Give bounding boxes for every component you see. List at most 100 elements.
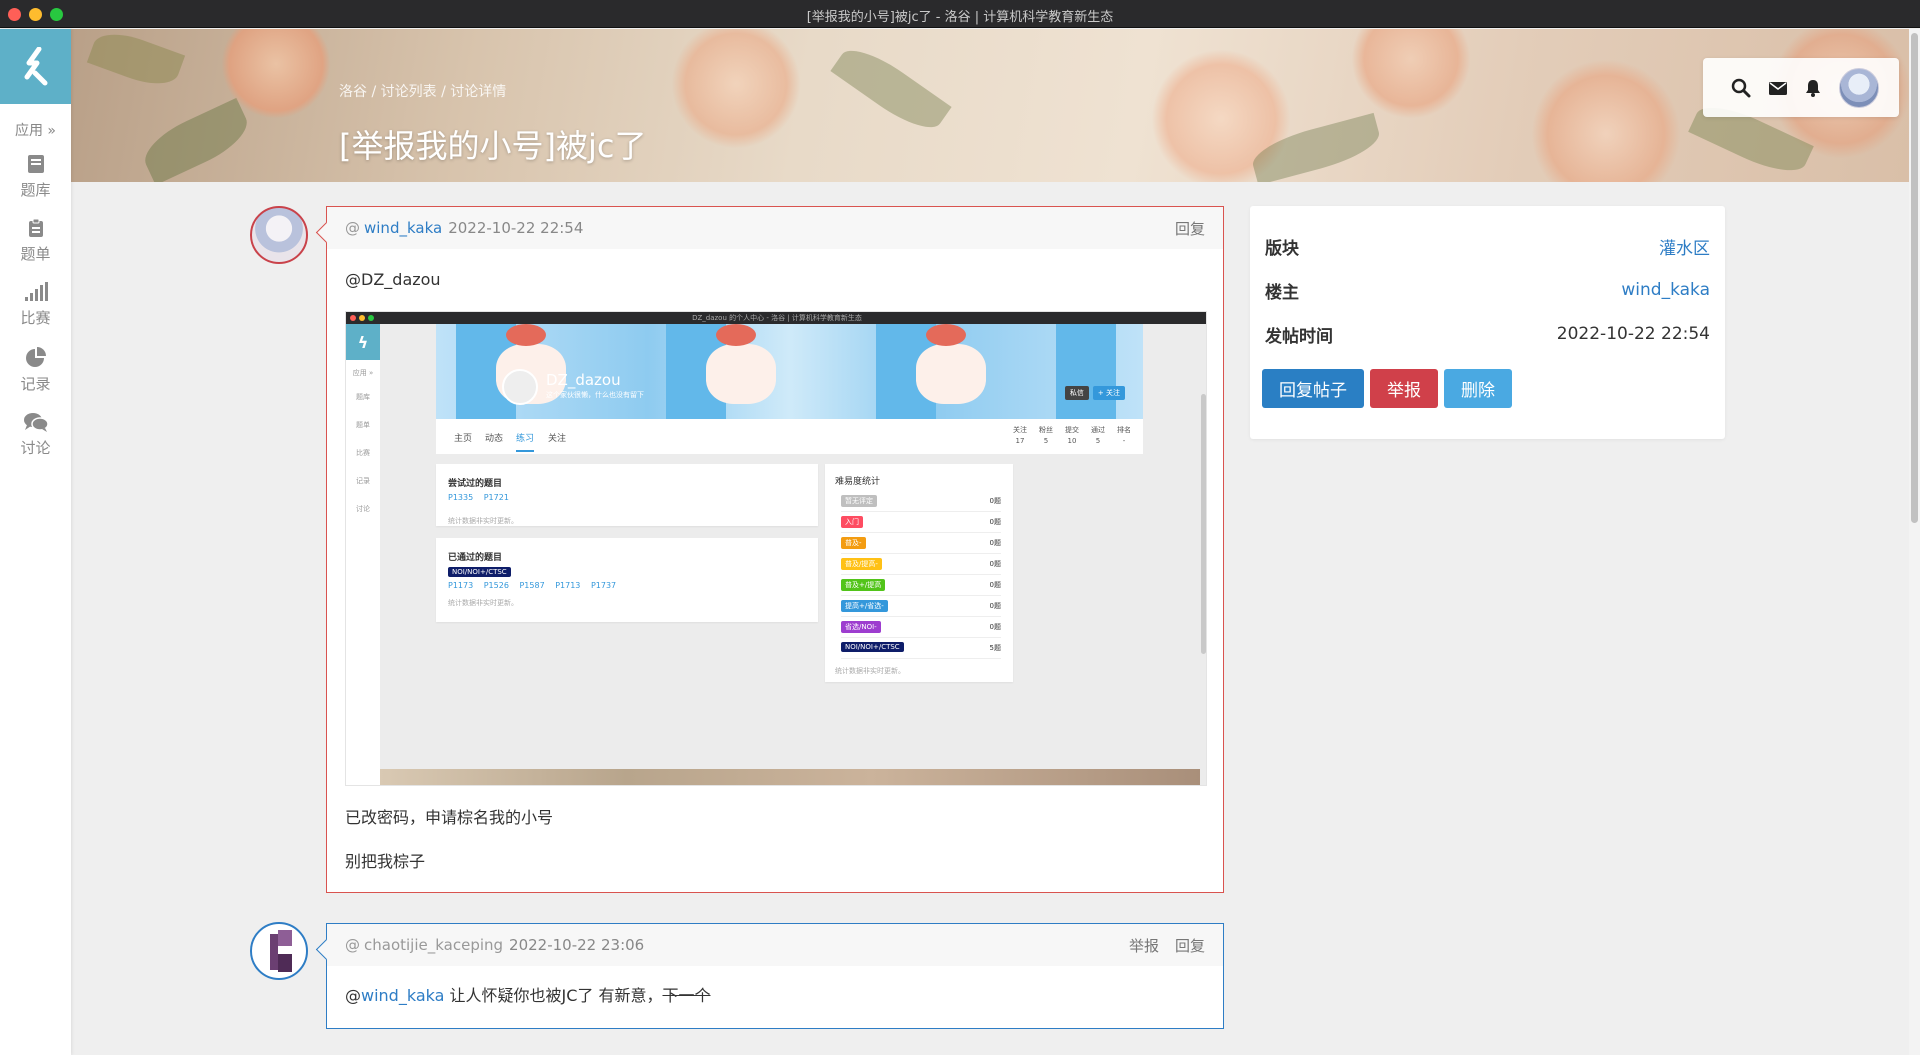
pie-chart-icon [25, 347, 46, 367]
embed-main: DZ_dazou 这个家伙很懒，什么也没有留下 私信 + 关注 主页 动态 练习… [380, 324, 1206, 785]
post-time-value: 2022-10-22 22:54 [1556, 324, 1710, 344]
banner-decoration [1351, 29, 1471, 119]
embed-diff-row: 入门 0题 [841, 513, 1001, 533]
embed-passed-card: 已通过的题目 NOI/NOI+/CTSC P1173 P1526 P1587 P… [436, 538, 818, 622]
report-button[interactable]: 举报 [1370, 369, 1438, 408]
embed-tried-card: 尝试过的题目 P1335 P1721 统计数据非实时更新。 [436, 464, 818, 526]
sidebar-item-label: 题库 [20, 181, 51, 199]
embed-diff-row: 普及+/提高 0题 [841, 576, 1001, 596]
sidebar: 应用 » 题库 题单 比赛 记录 讨论 [0, 29, 71, 1055]
sidebar-item-contest[interactable]: 比赛 [0, 282, 71, 328]
owner-link[interactable]: wind_kaka [1621, 280, 1710, 300]
user-toolbar [1703, 58, 1899, 117]
embed-tab: 动态 [485, 434, 504, 444]
banner-decoration [830, 38, 952, 140]
report-link[interactable]: 举报 [1129, 935, 1159, 956]
embed-difficulty-card: 难易度统计 暂无评定 0题 入门 0题 普及- 0题 普及/提高- 0题 普及+/提高 0… [825, 464, 1013, 682]
embed-scrollbar [1201, 394, 1206, 654]
embed-nav-item: 题库 [356, 393, 370, 401]
banner-decoration [86, 29, 186, 94]
embed-stats: 关注 17 粉丝 5 提交 10 通过 5 排名 - [1013, 426, 1131, 445]
forum-link[interactable]: 灌水区 [1659, 234, 1710, 259]
logo-icon [24, 46, 47, 85]
reply-link[interactable]: 回复 [1175, 218, 1205, 239]
reply-text-strike: 下一个 [662, 986, 711, 1005]
page-title: [举报我的小号]被jc了 [339, 127, 647, 165]
avatar[interactable] [1838, 67, 1879, 108]
embed-nav-item: 题单 [356, 421, 370, 429]
post-mention[interactable]: @DZ_dazou [345, 268, 1205, 292]
post-body: @wind_kaka 让人怀疑你也被JC了 有新意，下一个 [327, 984, 1223, 1008]
sidebar-item-record[interactable]: 记录 [0, 346, 71, 394]
info-buttons: 回复帖子 举报 删除 [1262, 369, 1512, 408]
embed-diff-row: 提高+/省选- 0题 [841, 597, 1001, 617]
mention-user-link[interactable]: wind_kaka [361, 986, 444, 1005]
page-banner: 洛谷 / 讨论列表 / 讨论详情 [举报我的小号]被jc了 [71, 29, 1909, 182]
embed-follow-button: + 关注 [1092, 386, 1125, 400]
embed-profile-buttons: 私信 + 关注 [1064, 386, 1125, 400]
post-actions: 回复 [1175, 218, 1205, 239]
info-row-forum: 版块 灌水区 [1265, 234, 1710, 259]
embed-logo-icon: ϟ [346, 324, 380, 360]
embed-profile-tabs: 主页 动态 练习 关注 关注 17 粉丝 5 提交 10 通过 5 排名 - [436, 419, 1143, 454]
post-header: @ wind_kaka 2022-10-22 22:54 回复 [327, 207, 1223, 249]
delete-button[interactable]: 删除 [1444, 369, 1512, 408]
embed-bio: 这个家伙很懒，什么也没有留下 [546, 391, 644, 399]
reply-link[interactable]: 回复 [1175, 935, 1205, 956]
embed-nav-item: 讨论 [356, 505, 370, 513]
sidebar-item-label: 记录 [20, 375, 51, 393]
embed-bottom-banner [380, 769, 1200, 785]
banner-decoration [136, 97, 256, 182]
embed-diff-row: 普及- 0题 [841, 534, 1001, 554]
embed-sidebar: ϟ 应用 » 题库 题单 比赛 记录 讨论 [346, 324, 380, 785]
embed-app-link: 应用 » [352, 369, 374, 377]
book-icon [27, 155, 44, 173]
embed-titlebar: DZ_dazou 的个人中心 - 洛谷 | 计算机科学教育新生态 [346, 312, 1206, 324]
post-author-link[interactable]: chaotijie_kaceping [364, 936, 503, 954]
embed-username: DZ_dazou [546, 371, 621, 389]
sidebar-item-problems[interactable]: 题库 [0, 154, 71, 200]
search-icon[interactable] [1731, 78, 1751, 98]
luogu-logo[interactable] [0, 29, 71, 104]
embed-title: DZ_dazou 的个人中心 - 洛谷 | 计算机科学教育新生态 [692, 314, 862, 322]
post-author-link[interactable]: wind_kaka [364, 219, 442, 237]
embed-diff-row: 省选/NOI- 0题 [841, 618, 1001, 638]
bell-icon[interactable] [1804, 78, 1822, 98]
page-scrollbar[interactable] [1909, 29, 1920, 1055]
embed-diff-row: 暂无评定 0题 [841, 492, 1001, 512]
info-label: 发帖时间 [1265, 326, 1333, 347]
breadcrumb[interactable]: 洛谷 / 讨论列表 / 讨论详情 [339, 81, 506, 101]
mention-prefix: @ [345, 986, 361, 1005]
info-label: 版块 [1265, 238, 1299, 259]
comments-icon [23, 413, 48, 432]
reply-text-main: 让人怀疑你也被JC了 有新意， [444, 986, 663, 1005]
clipboard-icon [28, 218, 43, 237]
info-label: 楼主 [1265, 282, 1299, 303]
reply-post-button[interactable]: 回复帖子 [1262, 369, 1364, 408]
post-main: @ wind_kaka 2022-10-22 22:54 回复 @DZ_dazo… [326, 206, 1224, 893]
post-reply: @ chaotijie_kaceping 2022-10-22 23:06 举报… [326, 923, 1224, 1029]
sidebar-item-label: 比赛 [20, 309, 51, 327]
at-sign: @ [345, 219, 360, 237]
bar-chart-icon [24, 282, 48, 301]
discussion-info-card: 版块 灌水区 楼主 wind_kaka 发帖时间 2022-10-22 22:5… [1250, 206, 1725, 439]
post-body: @DZ_dazou DZ_dazou 的个人中心 - 洛谷 | 计算机科学教育新… [327, 268, 1223, 874]
sidebar-item-training[interactable]: 题单 [0, 218, 71, 264]
mail-icon[interactable] [1768, 80, 1788, 96]
window-title: [举报我的小号]被jc了 - 洛谷 | 计算机科学教育新生态 [806, 10, 1114, 25]
post-header: @ chaotijie_kaceping 2022-10-22 23:06 举报… [327, 924, 1223, 966]
window-titlebar: [举报我的小号]被jc了 - 洛谷 | 计算机科学教育新生态 [0, 0, 1920, 28]
post-text-line: 别把我棕子 [345, 852, 426, 871]
at-sign: @ [345, 936, 360, 954]
embed-diff-row: 普及/提高- 0题 [841, 555, 1001, 575]
post-actions: 举报 回复 [1129, 935, 1205, 956]
reply-author-avatar[interactable] [250, 922, 308, 980]
embed-diff-row: NOI/NOI+/CTSC 5题 [841, 639, 1001, 659]
sidebar-item-discuss[interactable]: 讨论 [0, 412, 71, 458]
embed-tab-active: 练习 [516, 431, 535, 452]
post-author-avatar[interactable] [250, 206, 308, 264]
sidebar-app-link[interactable]: 应用 » [0, 120, 71, 140]
scrollbar-thumb[interactable] [1911, 33, 1918, 523]
info-row-time: 发帖时间 2022-10-22 22:54 [1265, 322, 1710, 347]
embedded-screenshot: DZ_dazou 的个人中心 - 洛谷 | 计算机科学教育新生态 ϟ 应用 » … [345, 311, 1207, 786]
